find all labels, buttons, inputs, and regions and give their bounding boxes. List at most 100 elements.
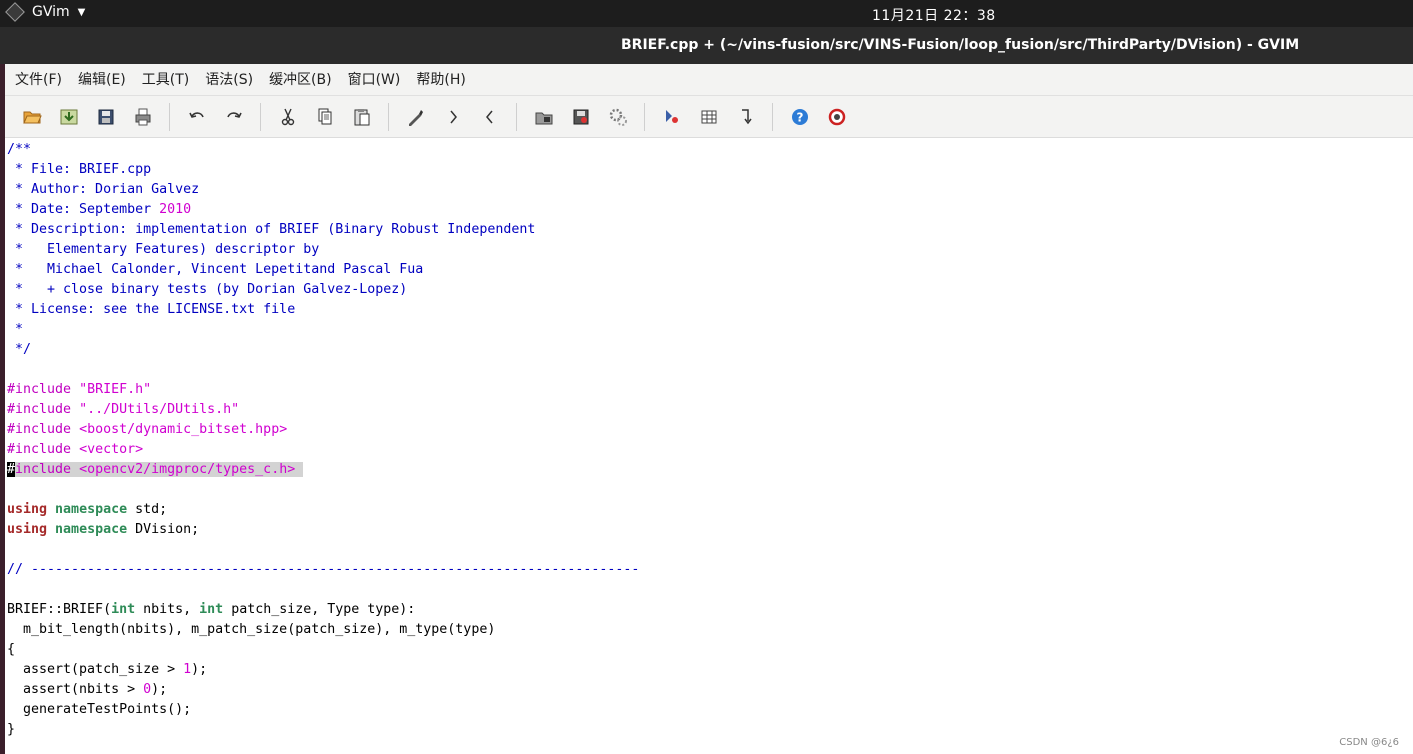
code-token: /** [7, 142, 32, 157]
save-session-button[interactable] [50, 101, 87, 133]
code-line[interactable]: m_bit_length(nbits), m_patch_size(patch_… [7, 620, 1413, 640]
cut-button[interactable] [269, 101, 306, 133]
load-session-icon [535, 112, 552, 124]
code-token: #include [7, 422, 80, 437]
toolbar-separator [644, 102, 645, 131]
toolbar-separator [260, 102, 261, 131]
app-name: GVim [32, 4, 70, 20]
menu-help[interactable]: 帮助(H) [408, 64, 473, 96]
gvim-logo-icon [5, 2, 25, 22]
code-token: generateTestPoints(); [7, 702, 192, 717]
code-token: <opencv2/imgproc/types_c.h> [79, 462, 304, 477]
code-line[interactable] [7, 360, 1413, 380]
code-line[interactable]: * Michael Calonder, Vincent Lepetitand P… [7, 260, 1413, 280]
window-title-bar[interactable]: BRIEF.cpp + (~/vins-fusion/src/VINS-Fusi… [0, 27, 1413, 64]
code-line[interactable]: * File: BRIEF.cpp [7, 160, 1413, 180]
make-button[interactable] [653, 101, 690, 133]
menu-tools[interactable]: 工具(T) [134, 64, 197, 96]
ctags-button[interactable] [690, 101, 727, 133]
code-line[interactable]: #include "../DUtils/DUtils.h" [7, 400, 1413, 420]
redo-button[interactable] [215, 101, 252, 133]
code-token: * Author: Dorian Galvez [7, 182, 200, 197]
menu-edit[interactable]: 编辑(E) [70, 64, 134, 96]
clock[interactable]: 11月21日 22：38 [872, 5, 996, 25]
undo-icon [188, 111, 204, 118]
code-line[interactable]: */ [7, 340, 1413, 360]
code-line[interactable]: * License: see the LICENSE.txt file [7, 300, 1413, 320]
code-line[interactable]: * Description: implementation of BRIEF (… [7, 220, 1413, 240]
code-line[interactable]: { [7, 640, 1413, 660]
save-session-file-button[interactable] [562, 101, 599, 133]
paste-button[interactable] [343, 101, 380, 133]
code-token: 0 [143, 682, 152, 697]
text-cursor: # [7, 462, 16, 477]
text-editor[interactable]: /** * File: BRIEF.cpp * Author: Dorian G… [5, 138, 1413, 754]
code-line[interactable]: * [7, 320, 1413, 340]
find-prev-button[interactable] [471, 101, 508, 133]
load-session-button[interactable] [525, 101, 562, 133]
window-title: BRIEF.cpp + (~/vins-fusion/src/VINS-Fusi… [621, 37, 1300, 53]
code-token: * File: BRIEF.cpp [7, 162, 152, 177]
system-top-bar: GVim ▼ 11月21日 22：38 [0, 0, 1413, 27]
find-help-icon [828, 108, 845, 125]
code-token: BRIEF::BRIEF( [7, 602, 112, 617]
menu-file[interactable]: 文件(F) [7, 64, 70, 96]
code-line[interactable]: #include <opencv2/imgproc/types_c.h> [7, 460, 1413, 480]
code-line[interactable]: /** [7, 140, 1413, 160]
run-script-icon [609, 108, 627, 126]
svg-text:?: ? [796, 110, 803, 124]
toolbar-separator [516, 102, 517, 131]
code-line[interactable]: #include "BRIEF.h" [7, 380, 1413, 400]
code-token: namespace [55, 522, 128, 537]
code-line[interactable]: assert(patch_size > 1); [7, 660, 1413, 680]
run-script-button[interactable] [599, 101, 636, 133]
code-line[interactable] [7, 480, 1413, 500]
undo-button[interactable] [178, 101, 215, 133]
menubar: 文件(F) 编辑(E) 工具(T) 语法(S) 缓冲区(B) 窗口(W) 帮助(… [5, 64, 1413, 96]
code-token: * License: see the LICENSE.txt file [7, 302, 296, 317]
menu-buffers[interactable]: 缓冲区(B) [261, 64, 340, 96]
code-line[interactable]: assert(nbits > 0); [7, 680, 1413, 700]
code-token: m_bit_length(nbits), m_patch_size(patch_… [7, 622, 496, 637]
find-next-icon [449, 110, 457, 123]
code-line[interactable]: using namespace std; [7, 500, 1413, 520]
code-line[interactable] [7, 540, 1413, 560]
code-token: 2010 [159, 202, 192, 217]
redo-icon [226, 111, 242, 118]
save-session-icon [60, 109, 77, 124]
find-replace-button[interactable] [397, 101, 434, 133]
code-line[interactable]: // -------------------------------------… [7, 560, 1413, 580]
code-token: */ [7, 342, 32, 357]
jump-tag-button[interactable] [727, 101, 764, 133]
code-line[interactable] [7, 580, 1413, 600]
save-button[interactable] [87, 101, 124, 133]
code-line[interactable]: BRIEF::BRIEF(int nbits, int patch_size, … [7, 600, 1413, 620]
code-line[interactable]: generateTestPoints(); [7, 700, 1413, 720]
code-line[interactable]: * Elementary Features) descriptor by [7, 240, 1413, 260]
code-token: assert(patch_size > [7, 662, 184, 677]
code-line[interactable]: #include <vector> [7, 440, 1413, 460]
make-icon [665, 109, 678, 123]
find-next-button[interactable] [434, 101, 471, 133]
code-token: int [111, 602, 136, 617]
ctags-icon [701, 110, 716, 123]
toolbar-separator [169, 102, 170, 131]
code-token: * Date: September [7, 202, 160, 217]
copy-button[interactable] [306, 101, 343, 133]
code-line[interactable]: * Date: September 2010 [7, 200, 1413, 220]
code-line[interactable]: using namespace DVision; [7, 520, 1413, 540]
code-line[interactable]: #include <boost/dynamic_bitset.hpp> [7, 420, 1413, 440]
print-button[interactable] [124, 101, 161, 133]
code-token: ); [151, 682, 168, 697]
code-line[interactable]: * + close binary tests (by Dorian Galvez… [7, 280, 1413, 300]
app-menu[interactable]: GVim ▼ [5, 2, 85, 22]
help-button[interactable]: ? [781, 101, 818, 133]
menu-syntax[interactable]: 语法(S) [197, 64, 261, 96]
code-line[interactable]: * Author: Dorian Galvez [7, 180, 1413, 200]
code-line[interactable]: } [7, 720, 1413, 740]
toolbar-separator [772, 102, 773, 131]
menu-window[interactable]: 窗口(W) [340, 64, 409, 96]
find-help-button[interactable] [818, 101, 855, 133]
code-token: * [7, 322, 24, 337]
open-button[interactable] [13, 101, 50, 133]
